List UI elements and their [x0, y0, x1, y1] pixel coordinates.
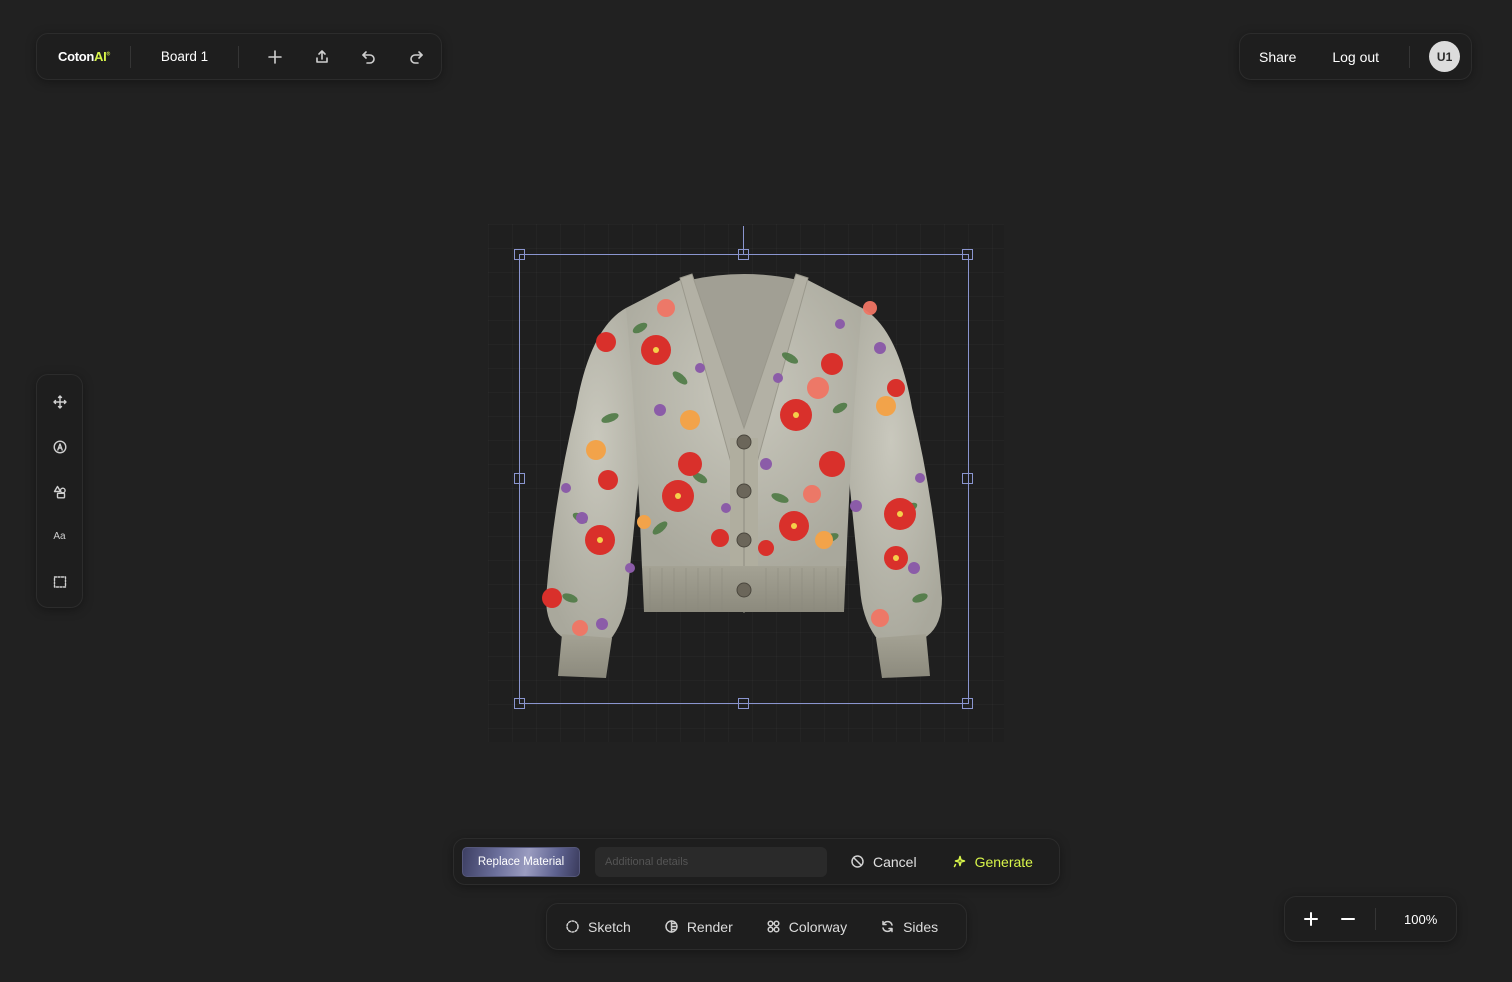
pen-circle-icon: [52, 439, 67, 454]
mode-bar: Sketch Render Colorway Sides: [546, 903, 967, 950]
zoom-controls: 100%: [1284, 896, 1457, 942]
sides-button[interactable]: Sides: [881, 919, 938, 935]
selection-box[interactable]: [519, 254, 969, 704]
cancel-button[interactable]: Cancel: [851, 854, 917, 870]
zoom-level[interactable]: 100%: [1404, 912, 1437, 927]
account-bar: Share Log out U1: [1239, 33, 1472, 80]
render-label: Render: [686, 918, 733, 935]
sketch-icon: [566, 920, 579, 933]
plus-icon: [1303, 912, 1318, 926]
shapes-tool[interactable]: [36, 469, 83, 514]
render-button[interactable]: Render: [665, 919, 733, 935]
move-tool[interactable]: [36, 379, 83, 424]
share-button[interactable]: Share: [1259, 49, 1296, 65]
divider: [1409, 45, 1411, 68]
resize-handle-left[interactable]: [514, 473, 525, 484]
shapes-icon: [53, 485, 66, 499]
undo-icon[interactable]: [345, 33, 392, 80]
additional-details-input[interactable]: [595, 846, 827, 877]
board-title[interactable]: Board 1: [131, 49, 238, 64]
rotate-icon: [882, 920, 893, 933]
zoom-in-button[interactable]: [1292, 896, 1329, 942]
divider: [1375, 908, 1376, 930]
resize-handle-bottom-left[interactable]: [514, 698, 525, 709]
resize-handle-right[interactable]: [962, 473, 973, 484]
generate-button[interactable]: Generate: [953, 854, 1033, 870]
cancel-icon: [851, 855, 864, 868]
redo-icon[interactable]: [392, 33, 439, 80]
cancel-label: Cancel: [873, 853, 917, 870]
replace-material-chip[interactable]: Replace Material: [462, 846, 580, 877]
avatar[interactable]: U1: [1429, 41, 1461, 72]
marquee-icon: [53, 575, 66, 588]
colorway-icon: [767, 920, 780, 933]
add-icon[interactable]: [251, 33, 298, 80]
select-tool[interactable]: [36, 559, 83, 604]
text-tool[interactable]: Aa: [36, 514, 83, 559]
text-tool-label: Aa: [53, 531, 66, 542]
pen-tool[interactable]: [36, 424, 83, 469]
divider: [238, 45, 240, 68]
minus-icon: [1340, 918, 1355, 920]
export-icon[interactable]: [298, 33, 345, 80]
sides-label: Sides: [903, 918, 939, 935]
zoom-out-button[interactable]: [1329, 896, 1366, 942]
colorway-label: Colorway: [788, 918, 848, 935]
prompt-bar: Replace Material Cancel Generate: [453, 838, 1060, 885]
resize-handle-bottom-right[interactable]: [962, 698, 973, 709]
resize-handle-bottom[interactable]: [738, 698, 749, 709]
generate-label: Generate: [974, 853, 1033, 870]
logout-button[interactable]: Log out: [1332, 49, 1379, 65]
colorway-button[interactable]: Colorway: [767, 919, 847, 935]
sparkle-icon: [953, 855, 965, 868]
app-logo[interactable]: CotonAI®: [58, 49, 110, 64]
top-toolbar: CotonAI® Board 1: [36, 33, 442, 80]
resize-handle-top-right[interactable]: [962, 249, 973, 260]
render-icon: [665, 920, 678, 933]
resize-handle-top-left[interactable]: [514, 249, 525, 260]
sketch-label: Sketch: [588, 918, 631, 935]
resize-handle-top[interactable]: [738, 249, 749, 260]
sketch-button[interactable]: Sketch: [566, 919, 631, 935]
tool-palette: Aa: [36, 374, 83, 608]
move-icon: [52, 394, 67, 409]
